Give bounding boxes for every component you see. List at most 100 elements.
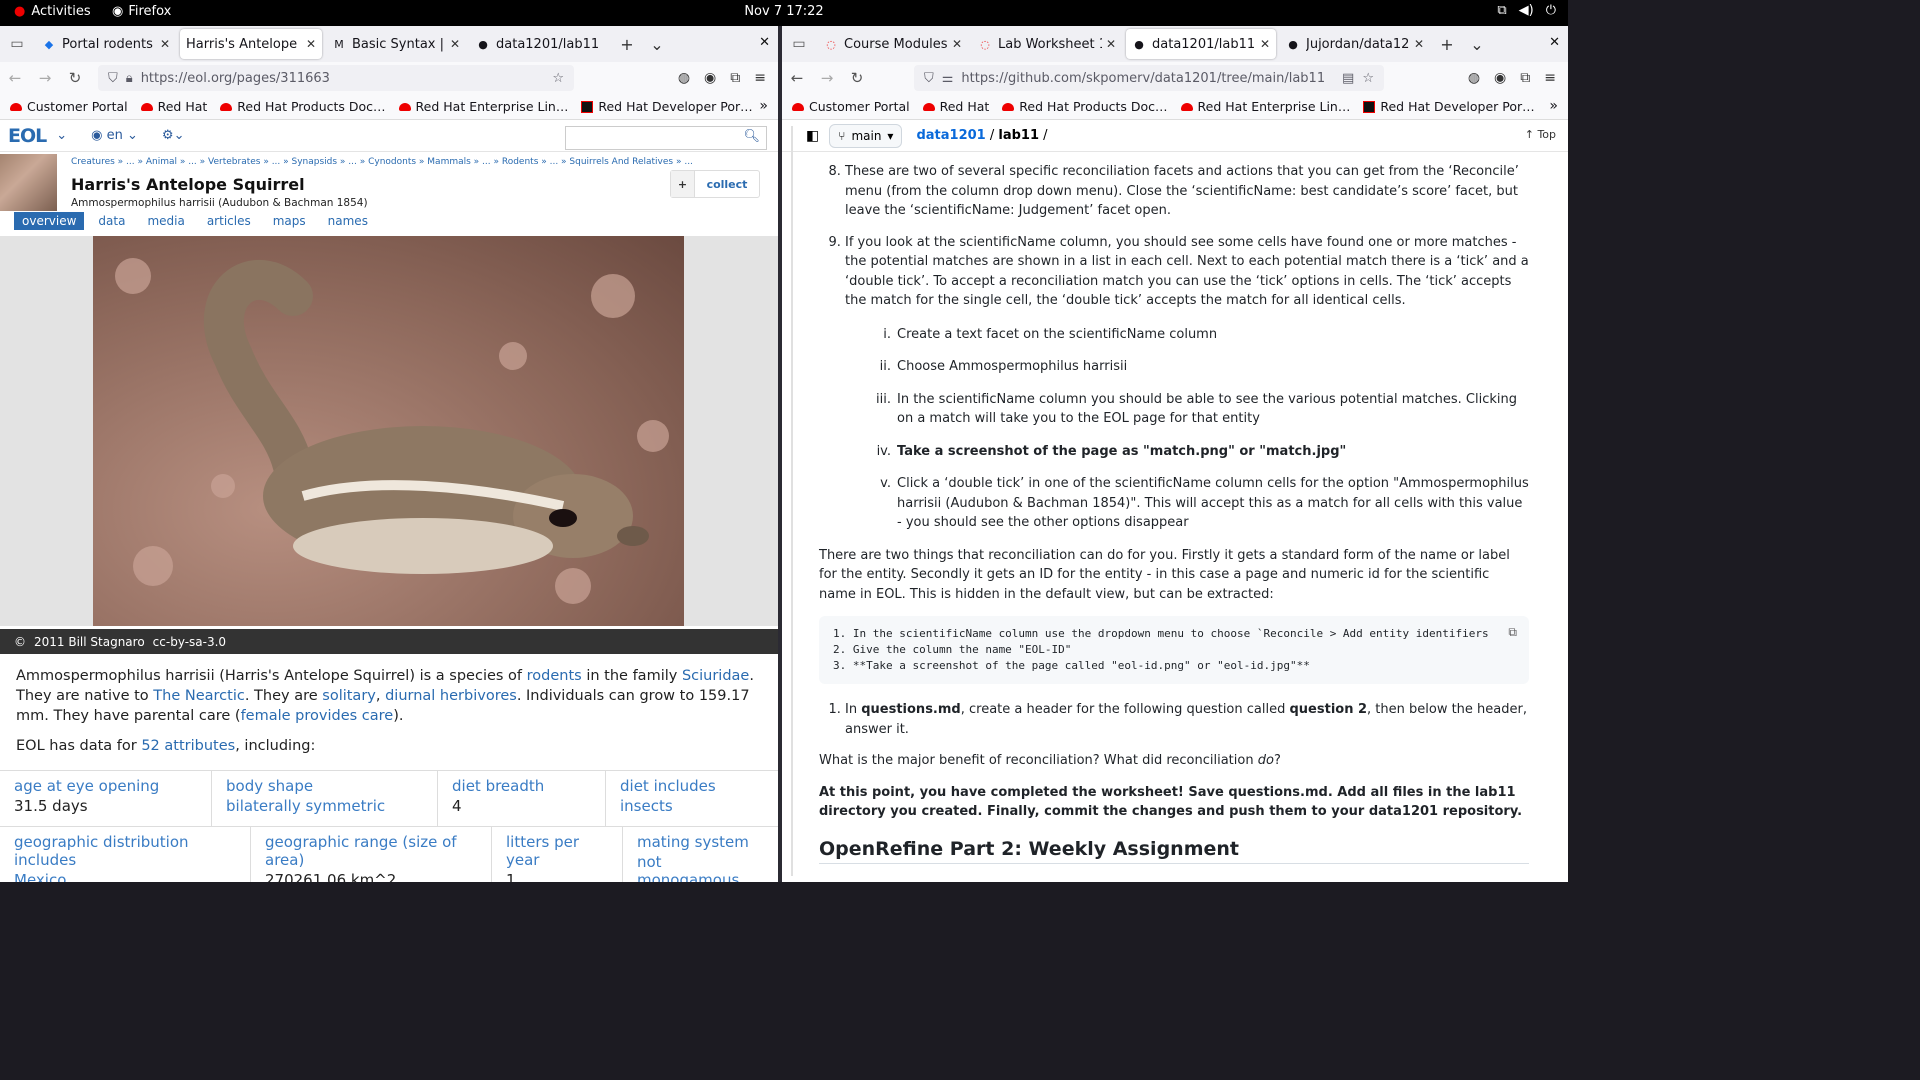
attribute-name[interactable]: geographic distribution includes <box>14 833 236 869</box>
url-bar[interactable]: ⛉ ⚌ https://github.com/skpomerv/data1201/… <box>914 65 1384 91</box>
tab-portal-rodents[interactable]: ◆ Portal rodents 197 ✕ <box>36 29 176 59</box>
attribute-value[interactable]: insects <box>620 797 764 815</box>
attribute-name[interactable]: diet breadth <box>452 777 591 795</box>
tab-media[interactable]: media <box>139 212 192 230</box>
bookmark-customer-portal[interactable]: Customer Portal <box>792 99 910 114</box>
bookmark-red-hat[interactable]: Red Hat <box>140 99 207 114</box>
close-window-icon[interactable]: ✕ <box>1549 35 1560 50</box>
tab-maps[interactable]: maps <box>265 212 314 230</box>
attribute-cell[interactable]: age at eye opening 31.5 days <box>0 771 212 826</box>
link-diurnal-herbivores[interactable]: diurnal herbivores <box>385 688 517 704</box>
url-bar[interactable]: ⛉ 🔒︎ https://eol.org/pages/311663 ☆ <box>98 65 574 91</box>
close-tab-icon[interactable]: ✕ <box>306 37 316 51</box>
settings-gear-icon[interactable]: ⚙⌄ <box>162 128 185 143</box>
menu-icon[interactable]: ≡ <box>754 70 766 86</box>
bookmark-enterprise-linux[interactable]: Red Hat Enterprise Lin… <box>1180 99 1350 114</box>
close-tab-icon[interactable]: ✕ <box>160 37 170 51</box>
squirrel-photo[interactable] <box>93 236 684 626</box>
branch-selector[interactable]: ⑂ main ▾ <box>829 123 903 148</box>
attribute-cell[interactable]: geographic range (size of area) 270261.06… <box>251 827 492 882</box>
attribute-name[interactable]: geographic range (size of area) <box>265 833 477 869</box>
close-tab-icon[interactable]: ✕ <box>952 37 962 51</box>
new-tab-icon[interactable]: + <box>1432 35 1462 54</box>
tab-lab-worksheet[interactable]: ◌ Lab Worksheet 11 ✕ <box>972 29 1122 59</box>
breadcrumb[interactable]: Creatures » ... » Animal » ... » Vertebr… <box>71 157 693 167</box>
attribute-cell[interactable]: body shape bilaterally symmetric <box>212 771 438 826</box>
close-tab-icon[interactable]: ✕ <box>1414 37 1424 51</box>
clock[interactable]: Nov 7 17:22 <box>0 4 1568 19</box>
attribute-cell[interactable]: geographic distribution includes Mexico <box>0 827 251 882</box>
pocket-icon[interactable]: ◍ <box>1468 70 1480 86</box>
bookmark-red-hat[interactable]: Red Hat <box>922 99 989 114</box>
account-icon[interactable]: ◉ <box>1494 70 1506 86</box>
tab-data[interactable]: data <box>90 212 133 230</box>
search-icon[interactable]: 🔍︎ <box>743 129 760 144</box>
attribute-cell[interactable]: diet includes insects <box>606 771 778 826</box>
reader-view-icon[interactable]: ▤ <box>1342 71 1354 86</box>
pocket-icon[interactable]: ◍ <box>678 70 690 86</box>
reload-icon[interactable]: ↻ <box>842 69 872 87</box>
firefox-view-icon[interactable]: ▭ <box>782 36 816 52</box>
link-attributes[interactable]: 52 attributes <box>141 738 235 754</box>
top-button[interactable]: ↑ Top <box>1525 128 1556 141</box>
forward-icon[interactable]: → <box>30 69 60 87</box>
species-thumbnail[interactable] <box>0 154 57 211</box>
tab-course-modules[interactable]: ◌ Course Modules: DA ✕ <box>818 29 968 59</box>
attribute-name[interactable]: mating system <box>637 833 764 851</box>
attribute-name[interactable]: body shape <box>226 777 423 795</box>
close-tab-icon[interactable]: ✕ <box>1260 37 1270 51</box>
account-icon[interactable]: ◉ <box>704 70 716 86</box>
link-sciuridae[interactable]: Sciuridae <box>682 668 749 684</box>
bookmark-products-doc[interactable]: Red Hat Products Doc… <box>1002 99 1168 114</box>
bookmark-star-icon[interactable]: ☆ <box>552 71 564 86</box>
list-tabs-icon[interactable]: ⌄ <box>1462 35 1492 54</box>
more-bookmarks-icon[interactable]: » <box>759 98 768 114</box>
attribute-name[interactable]: age at eye opening <box>14 777 197 795</box>
extensions-icon[interactable]: ⧉ <box>1520 70 1530 86</box>
reload-icon[interactable]: ↻ <box>60 69 90 87</box>
back-icon[interactable]: ← <box>782 69 812 87</box>
attribute-cell[interactable]: mating system not monogamous <box>623 827 778 882</box>
close-tab-icon[interactable]: ✕ <box>450 37 460 51</box>
tab-jujordan[interactable]: ● Jujordan/data1201: A ✕ <box>1280 29 1430 59</box>
chevron-down-icon[interactable]: ⌄ <box>56 128 67 143</box>
language-selector[interactable]: ◉ en ⌄ <box>91 128 138 143</box>
tab-eol-squirrel[interactable]: Harris's Antelope Squ ✕ <box>180 29 322 59</box>
bookmark-products-doc[interactable]: Red Hat Products Doc… <box>220 99 386 114</box>
link-rodents[interactable]: rodents <box>527 668 582 684</box>
repo-link[interactable]: data1201 <box>916 128 985 143</box>
collect-button[interactable]: + collect <box>670 170 760 198</box>
attribute-name[interactable]: litters per year <box>506 833 608 869</box>
back-icon[interactable]: ← <box>0 69 30 87</box>
more-bookmarks-icon[interactable]: » <box>1549 98 1558 114</box>
tab-github-lab11[interactable]: ● data1201/lab11 at <box>470 29 610 59</box>
system-tray[interactable]: ⧉ ◀) ⏻ <box>1497 3 1556 18</box>
sidebar-toggle-icon[interactable]: ◧ <box>806 128 819 144</box>
bookmark-developer-portal[interactable]: Red Hat Developer Por… <box>581 99 753 114</box>
attribute-value[interactable]: bilaterally symmetric <box>226 797 423 815</box>
extensions-icon[interactable]: ⧉ <box>730 70 740 86</box>
eol-logo[interactable]: EOL <box>8 125 47 147</box>
bookmark-star-icon[interactable]: ☆ <box>1362 71 1374 86</box>
tab-github-lab11[interactable]: ● data1201/lab11 at m ✕ <box>1126 29 1276 59</box>
link-female-care[interactable]: female provides care <box>241 708 394 724</box>
tab-overview[interactable]: overview <box>14 212 85 230</box>
attribute-name[interactable]: diet includes <box>620 777 764 795</box>
scroll-track[interactable] <box>791 126 793 876</box>
link-solitary[interactable]: solitary <box>322 688 376 704</box>
tab-articles[interactable]: articles <box>199 212 259 230</box>
close-tab-icon[interactable]: ✕ <box>1106 37 1116 51</box>
link-nearctic[interactable]: The Nearctic <box>153 688 245 704</box>
attribute-value[interactable]: not monogamous <box>637 853 764 882</box>
attribute-value[interactable]: Mexico <box>14 871 236 882</box>
tab-names[interactable]: names <box>320 212 376 230</box>
forward-icon[interactable]: → <box>812 69 842 87</box>
copy-icon[interactable]: ⧉ <box>1508 624 1517 640</box>
close-window-icon[interactable]: ✕ <box>759 35 770 50</box>
list-tabs-icon[interactable]: ⌄ <box>642 35 672 54</box>
eol-search-input[interactable]: 🔍︎ <box>565 126 767 150</box>
menu-icon[interactable]: ≡ <box>1544 70 1556 86</box>
attribute-cell[interactable]: litters per year 1 <box>492 827 623 882</box>
tab-basic-syntax[interactable]: M Basic Syntax | Mar ✕ <box>326 29 466 59</box>
bookmark-customer-portal[interactable]: Customer Portal <box>10 99 128 114</box>
